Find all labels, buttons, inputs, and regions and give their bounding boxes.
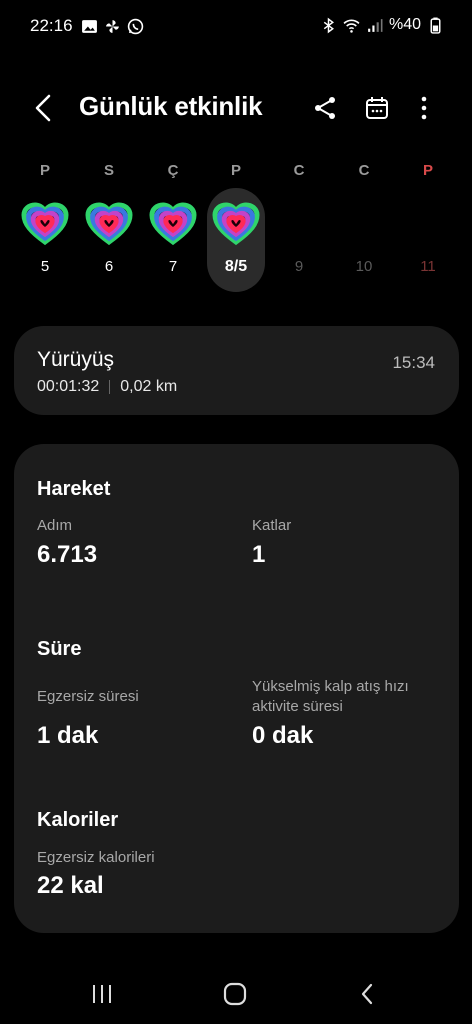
bluetooth-icon (323, 17, 334, 33)
activity-stats-card: Hareket Adım 6.713 Katlar 1 Süre Egzersi… (14, 444, 459, 933)
day-item[interactable]: C 9 (267, 154, 331, 294)
heart-ring (99, 215, 119, 234)
exercise-calories-label: Egzersiz kalorileri (37, 849, 155, 866)
activity-heart-icon (85, 202, 133, 246)
elevated-hr-value: 0 dak (252, 722, 314, 749)
pinwheel-icon (105, 19, 119, 33)
divider (109, 380, 111, 394)
activity-heart-icon (149, 202, 197, 246)
more-options-button[interactable] (406, 90, 442, 126)
exercise-time-label: Egzersiz süresi (37, 688, 139, 705)
calendar-icon (366, 97, 388, 119)
activity-heart-icon (21, 202, 69, 246)
day-number: 8/5 (224, 258, 248, 275)
activity-heart-icon (212, 202, 260, 246)
exercise-time-value: 1 dak (37, 722, 99, 749)
day-number: 9 (294, 258, 304, 275)
heart-ring (35, 215, 55, 234)
whatsapp-icon (127, 18, 143, 34)
day-number: 11 (420, 258, 436, 275)
section-title-movement: Hareket (37, 478, 111, 500)
recents-icon (93, 985, 111, 1003)
back-nav-icon (361, 983, 373, 1005)
workout-meta: 00:01:32 0,02 km (37, 378, 177, 396)
steps-label: Adım (37, 517, 73, 534)
day-number: 10 (355, 258, 373, 275)
day-letter: C (358, 162, 370, 179)
day-letter: P (230, 162, 241, 179)
day-number: 6 (104, 258, 114, 275)
more-icon (421, 96, 427, 120)
day-letter: S (103, 162, 114, 179)
back-nav-button[interactable] (348, 974, 388, 1014)
day-item[interactable]: Ç 7 (141, 154, 205, 294)
home-button[interactable] (215, 974, 255, 1014)
page-title: Günlük etkinlik (79, 91, 263, 121)
day-item[interactable]: P 11 (396, 154, 460, 294)
workout-duration: 00:01:32 (37, 378, 100, 395)
app-header: Günlük etkinlik (0, 80, 472, 136)
gallery-icon (81, 19, 97, 33)
calendar-button[interactable] (359, 90, 395, 126)
back-button[interactable] (26, 90, 62, 126)
section-title-duration: Süre (37, 638, 82, 660)
back-icon (35, 94, 51, 122)
exercise-calories-value: 22 kal (37, 872, 104, 899)
section-title-calories: Kaloriler (37, 809, 119, 831)
heart-ring (226, 215, 246, 234)
day-letter: C (293, 162, 305, 179)
workout-time: 15:34 (392, 353, 435, 372)
system-nav-bar (0, 960, 472, 1024)
workout-distance: 0,02 km (120, 378, 178, 395)
battery-icon (430, 17, 441, 34)
wifi-icon (343, 19, 360, 33)
floors-value: 1 (252, 541, 266, 568)
workout-card[interactable]: Yürüyüş 15:34 00:01:32 0,02 km (14, 326, 459, 415)
steps-value: 6.713 (37, 541, 98, 568)
floors-label: Katlar (252, 517, 292, 534)
share-button[interactable] (307, 90, 343, 126)
signal-icon (368, 18, 383, 32)
day-item-selected[interactable]: P 8/5 (204, 154, 268, 294)
status-time: 22:16 (30, 16, 73, 35)
elevated-hr-label: Yükselmiş kalp atış hızı aktivite süresi (252, 678, 409, 715)
workout-title: Yürüyüş (37, 348, 115, 371)
battery-level: %40 (388, 16, 421, 33)
day-letter: Ç (167, 162, 179, 179)
heart-ring (163, 215, 183, 234)
day-item[interactable]: S 6 (77, 154, 141, 294)
home-icon (223, 982, 247, 1006)
week-selector: P 5 S 6 Ç 7 P 8/5 C 9 C 10 P 11 (12, 154, 460, 294)
day-item[interactable]: P 5 (13, 154, 77, 294)
share-icon (315, 97, 335, 119)
day-number: 7 (168, 258, 178, 275)
status-bar: 22:16 %40 (0, 0, 472, 56)
day-letter: P (422, 162, 433, 179)
recents-button[interactable] (82, 974, 122, 1014)
day-number: 5 (40, 258, 50, 275)
day-letter: P (39, 162, 50, 179)
day-item[interactable]: C 10 (332, 154, 396, 294)
